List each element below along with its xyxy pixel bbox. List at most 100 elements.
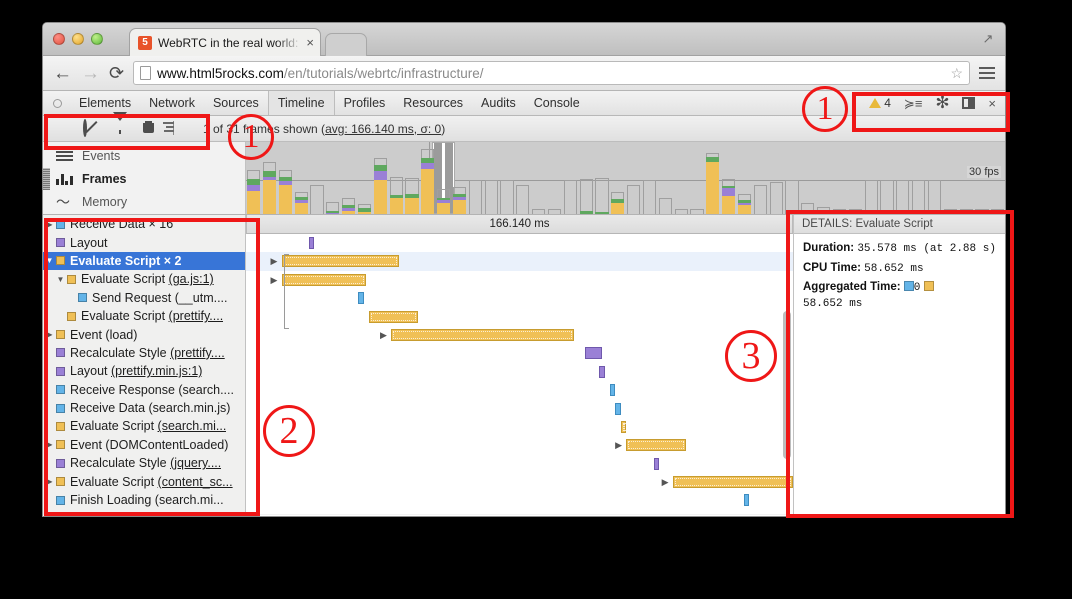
waterfall-bar[interactable] — [282, 255, 400, 267]
twisty-expanded-icon[interactable]: ▼ — [43, 256, 56, 265]
tree-row[interactable]: ▶Event (DOMContentLoaded) — [43, 436, 245, 454]
twisty-collapsed-icon[interactable]: ▶ — [43, 220, 56, 229]
waterfall-bar[interactable] — [615, 403, 620, 415]
tree-row[interactable]: Layout — [43, 233, 245, 251]
inspect-element-icon[interactable] — [53, 99, 62, 108]
waterfall-bar[interactable] — [673, 476, 793, 488]
waterfall-row[interactable] — [246, 363, 793, 381]
waterfall-expand-arrow-icon[interactable]: ▶ — [271, 275, 278, 285]
waterfall-row[interactable] — [246, 455, 793, 473]
tree-row[interactable]: Finish Loading (search.mi... — [43, 491, 245, 509]
tree-row[interactable]: Send Request (__utm.... — [43, 289, 245, 307]
waterfall-expand-arrow-icon[interactable]: ▶ — [662, 477, 669, 487]
waterfall-bar[interactable] — [654, 458, 659, 470]
frames-overview-chart[interactable]: 30 fps — [246, 142, 1005, 214]
hamburger-menu-icon[interactable] — [979, 67, 995, 79]
browser-tab[interactable]: WebRTC in the real world: × — [129, 28, 321, 56]
tab-network[interactable]: Network — [140, 91, 204, 115]
minimize-window-button[interactable] — [72, 33, 84, 45]
frames-status-link[interactable]: avg: 166.140 ms, σ: 0 — [325, 122, 441, 136]
tree-row-source-link[interactable]: (content_sc... — [158, 475, 233, 489]
tree-row[interactable]: Receive Response (search.... — [43, 381, 245, 399]
twisty-expanded-icon[interactable]: ▼ — [54, 275, 67, 284]
waterfall-bar[interactable] — [626, 439, 686, 451]
reload-button[interactable]: ⟳ — [109, 63, 124, 84]
overview-mode-memory[interactable]: 〜 Memory — [43, 190, 245, 213]
waterfall-row[interactable] — [246, 491, 793, 509]
tree-row-source-link[interactable]: (prettify.... — [169, 309, 224, 323]
twisty-collapsed-icon[interactable]: ▶ — [43, 477, 56, 486]
tab-resources[interactable]: Resources — [394, 91, 472, 115]
console-drawer-icon[interactable]: ≽≡ — [904, 97, 922, 110]
waterfall-bar[interactable] — [391, 329, 574, 341]
record-circle-icon[interactable] — [53, 121, 68, 136]
tab-elements[interactable]: Elements — [70, 91, 140, 115]
waterfall-bar[interactable] — [369, 311, 418, 323]
waterfall-row[interactable] — [246, 308, 793, 326]
tree-row-source-link[interactable]: (ga.js:1) — [169, 272, 214, 286]
tree-row[interactable]: Evaluate Script (search.mi... — [43, 417, 245, 435]
frame-view-icon[interactable] — [173, 121, 188, 136]
waterfall-row[interactable]: ▶ — [246, 252, 793, 270]
clear-circle-slash-icon[interactable] — [83, 121, 98, 136]
waterfall-row[interactable] — [246, 400, 793, 418]
tree-row-source-link[interactable]: (prettify.min.js:1) — [111, 364, 202, 378]
twisty-collapsed-icon[interactable]: ▶ — [43, 330, 56, 339]
waterfall-row[interactable]: ▶ — [246, 271, 793, 289]
waterfall-row[interactable]: ▶ — [246, 436, 793, 454]
twisty-collapsed-icon[interactable]: ▶ — [43, 440, 56, 449]
tree-row-source-link[interactable]: (prettify.... — [170, 346, 225, 360]
dock-side-icon[interactable] — [962, 97, 975, 109]
waterfall-bar[interactable] — [358, 292, 363, 304]
tree-row[interactable]: ▼Evaluate Script (ga.js:1) — [43, 270, 245, 288]
address-bar[interactable]: www.html5rocks.com/en/tutorials/webrtc/i… — [133, 61, 970, 85]
overview-mode-frames[interactable]: Frames — [43, 167, 245, 190]
tree-row-source-link[interactable]: (search.mi... — [158, 419, 227, 433]
tab-sources[interactable]: Sources — [204, 91, 268, 115]
tree-row-source-link[interactable]: (jquery.... — [170, 456, 221, 470]
tree-row[interactable]: Layout (prettify.min.js:1) — [43, 362, 245, 380]
waterfall-bar[interactable] — [282, 274, 367, 286]
tab-profiles[interactable]: Profiles — [335, 91, 395, 115]
tree-row[interactable]: Receive Data (search.min.js) — [43, 399, 245, 417]
bookmark-star-icon[interactable]: ☆ — [950, 65, 963, 82]
waterfall-row[interactable] — [246, 289, 793, 307]
waterfall-row[interactable]: ▶ — [246, 473, 793, 491]
waterfall-row[interactable] — [246, 418, 793, 436]
waterfall-row[interactable] — [246, 344, 793, 362]
close-tab-icon[interactable]: × — [302, 35, 314, 50]
back-button[interactable]: ← — [53, 64, 72, 83]
waterfall-bar[interactable] — [610, 384, 615, 396]
tree-row[interactable]: ▶Evaluate Script (content_sc... — [43, 472, 245, 490]
tree-row[interactable]: ▼Evaluate Script × 2 — [43, 252, 245, 270]
tab-audits[interactable]: Audits — [472, 91, 525, 115]
waterfall-expand-arrow-icon[interactable]: ▶ — [271, 256, 278, 266]
new-tab-button[interactable] — [325, 33, 367, 56]
waterfall-row[interactable] — [246, 381, 793, 399]
tree-row[interactable]: ▶Receive Data × 16 — [43, 215, 245, 233]
fullscreen-icon[interactable]: ↗ — [981, 32, 995, 46]
waterfall-bar[interactable] — [621, 421, 626, 433]
tab-timeline[interactable]: Timeline — [268, 91, 335, 115]
waterfall-bar[interactable] — [599, 366, 606, 378]
trash-icon[interactable] — [143, 121, 158, 136]
tree-row[interactable]: Recalculate Style (prettify.... — [43, 344, 245, 362]
zoom-window-button[interactable] — [91, 33, 103, 45]
tree-row[interactable]: Recalculate Style (jquery.... — [43, 454, 245, 472]
tree-row[interactable]: Evaluate Script (prettify.... — [43, 307, 245, 325]
waterfall-expand-arrow-icon[interactable]: ▶ — [380, 330, 387, 340]
waterfall-row[interactable] — [246, 510, 793, 514]
close-devtools-icon[interactable]: × — [988, 97, 996, 110]
waterfall-row[interactable] — [246, 234, 793, 252]
timeline-records-tree[interactable]: ▶Receive Data × 16Layout▼Evaluate Script… — [43, 215, 246, 514]
tab-console[interactable]: Console — [525, 91, 589, 115]
overview-mode-events[interactable]: Events — [43, 144, 245, 167]
forward-button[interactable]: → — [81, 64, 100, 83]
waterfall-expand-arrow-icon[interactable]: ▶ — [615, 440, 622, 450]
waterfall-bar[interactable] — [585, 347, 601, 359]
waterfall-bar[interactable] — [744, 494, 749, 506]
filter-funnel-icon[interactable] — [113, 121, 128, 136]
gear-icon[interactable] — [935, 96, 949, 110]
waterfall-scrollbar[interactable] — [783, 311, 791, 459]
waterfall-bar[interactable] — [309, 237, 314, 249]
